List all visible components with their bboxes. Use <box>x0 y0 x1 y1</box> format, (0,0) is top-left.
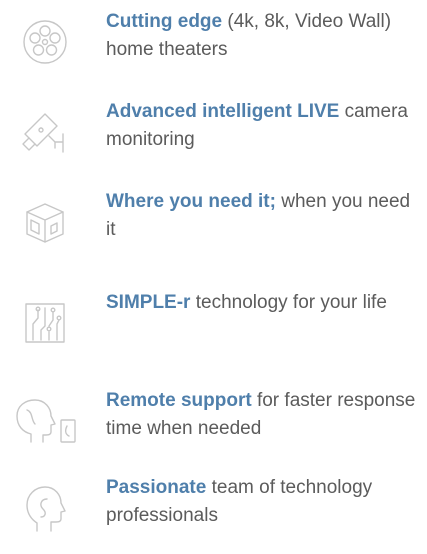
feature-item-home-theaters: Cutting edge (4k, 8k, Video Wall) home t… <box>0 8 427 88</box>
feature-item-remote-support: Remote support for faster response time … <box>0 387 427 467</box>
feature-item-simple-technology: SIMPLE-r technology for your life <box>0 289 427 369</box>
feature-text: Cutting edge (4k, 8k, Video Wall) home t… <box>106 8 416 64</box>
room-cube-icon <box>14 194 76 250</box>
feature-text: Advanced intelligent LIVE camera monitor… <box>106 98 416 154</box>
head-phone-icon <box>6 393 84 449</box>
head-profile-icon <box>14 480 76 536</box>
feature-item-passionate-team: Passionate team of technology profession… <box>0 474 427 554</box>
feature-highlight: Where you need it; <box>106 191 276 212</box>
feature-text: Where you need it; when you need it <box>106 188 416 244</box>
feature-item-camera-monitoring: Advanced intelligent LIVE camera monitor… <box>0 98 427 178</box>
feature-highlight: Cutting edge <box>106 11 223 32</box>
circuit-board-icon <box>14 295 76 351</box>
feature-text: SIMPLE-r technology for your life <box>106 289 416 317</box>
feature-text: Remote support for faster response time … <box>106 387 416 443</box>
feature-description: technology for your life <box>190 292 387 313</box>
feature-item-where-you-need-it: Where you need it; when you need it <box>0 188 427 268</box>
feature-highlight: Remote support <box>106 390 252 411</box>
feature-highlight: SIMPLE-r <box>106 292 191 313</box>
film-reel-icon <box>14 14 76 70</box>
feature-highlight: Advanced intelligent LIVE <box>106 101 340 122</box>
security-camera-icon <box>14 104 76 160</box>
feature-highlight: Passionate <box>106 477 207 498</box>
feature-text: Passionate team of technology profession… <box>106 474 416 530</box>
feature-list: Cutting edge (4k, 8k, Video Wall) home t… <box>0 0 427 548</box>
